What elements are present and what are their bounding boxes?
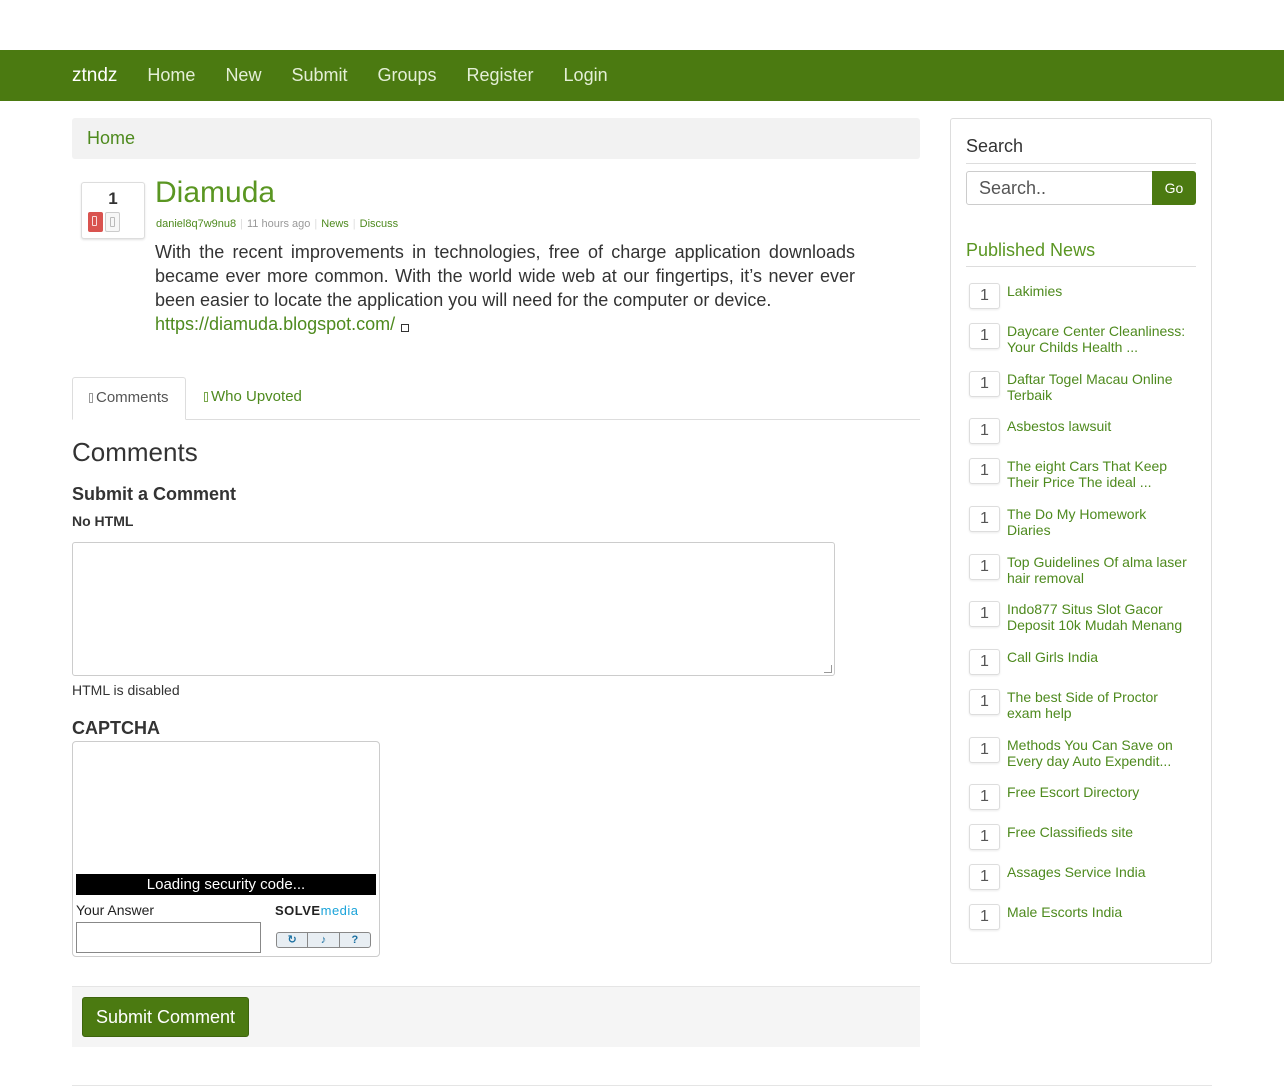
comment-textarea[interactable] [72, 542, 835, 676]
nav-submit[interactable]: Submit [291, 65, 347, 86]
breadcrumb: Home [72, 118, 920, 159]
list-item-votes: 1 [969, 784, 1000, 810]
breadcrumb-home[interactable]: Home [87, 128, 135, 148]
list-item-link[interactable]: Daycare Center Cleanliness: Your Childs … [1007, 323, 1192, 355]
list-item-votes: 1 [969, 418, 1000, 444]
meta-separator: | [240, 218, 243, 230]
search-go-button[interactable]: Go [1152, 171, 1196, 205]
nav-new[interactable]: New [225, 65, 261, 86]
list-item-link[interactable]: The Do My Homework Diaries [1007, 506, 1192, 538]
list-item-votes: 1 [969, 371, 1000, 397]
published-news-title[interactable]: Published News [966, 240, 1095, 261]
list-item-link[interactable]: Asbestos lawsuit [1007, 418, 1192, 434]
story-meta: daniel8q7w9nu8 | 11 hours ago | News | D… [156, 218, 398, 230]
list-item-votes: 1 [969, 689, 1000, 715]
captcha-heading: CAPTCHA [72, 718, 160, 738]
story-category[interactable]: News [321, 218, 349, 230]
list-item-link[interactable]: Assages Service India [1007, 864, 1192, 880]
list-item-link[interactable]: The eight Cars That Keep Their Price The… [1007, 458, 1192, 490]
comments-heading: Comments [72, 437, 198, 467]
list-item-votes: 1 [969, 864, 1000, 890]
nav-register[interactable]: Register [467, 65, 534, 86]
list-item-link[interactable]: Top Guidelines Of alma laser hair remova… [1007, 554, 1192, 586]
submit-comment-heading: Submit a Comment [72, 484, 237, 504]
divider [966, 163, 1196, 164]
captcha-answer-input[interactable] [76, 922, 261, 953]
nav-login[interactable]: Login [564, 65, 608, 86]
list-item-link[interactable]: Free Classifieds site [1007, 824, 1192, 840]
footer-divider [72, 1085, 1212, 1086]
list-item-link[interactable]: Methods You Can Save on Every day Auto E… [1007, 737, 1192, 769]
list-item-votes: 1 [969, 824, 1000, 850]
list-item-votes: 1 [969, 283, 1000, 309]
sidebar: Search Search.. Go Published News 1 Laki… [950, 118, 1212, 964]
no-html-label: No HTML [72, 513, 134, 529]
story-time: 11 hours ago [247, 218, 311, 230]
list-item-link[interactable]: Daftar Togel Macau Online Terbaik [1007, 371, 1192, 403]
search-input[interactable]: Search.. [966, 171, 1153, 205]
solve-media-logo: SOLVEmedia [275, 903, 359, 918]
thumbs-up-icon [110, 217, 115, 227]
help-icon[interactable]: ? [340, 933, 370, 947]
list-item-votes: 1 [969, 323, 1000, 349]
vote-count: 1 [108, 189, 118, 208]
submit-area: Submit Comment [72, 986, 920, 1047]
brand-link[interactable]: ztndz [72, 65, 117, 87]
sidebar-search-title: Search [966, 136, 1024, 156]
external-link-icon [401, 323, 410, 332]
story-discuss-link[interactable]: Discuss [360, 218, 399, 230]
comment-icon [89, 393, 93, 403]
story-url-row: https://diamuda.blogspot.com/ [155, 314, 410, 335]
list-item-votes: 1 [969, 458, 1000, 484]
list-item-link[interactable]: The best Side of Proctor exam help [1007, 689, 1192, 721]
list-item-votes: 1 [969, 649, 1000, 675]
list-item-link[interactable]: Call Girls India [1007, 649, 1192, 665]
nav-groups[interactable]: Groups [377, 65, 436, 86]
list-item-link[interactable]: Free Escort Directory [1007, 784, 1192, 800]
story-url-link[interactable]: https://diamuda.blogspot.com/ [155, 314, 395, 335]
vote-up-button[interactable] [105, 212, 120, 232]
story-tabs: Comments Who Upvoted [72, 377, 920, 420]
captcha-answer-label: Your Answer [76, 902, 155, 918]
meta-separator: | [314, 218, 318, 230]
story-title[interactable]: Diamuda [155, 176, 275, 210]
refresh-icon[interactable]: ↻ [277, 933, 309, 947]
list-item-votes: 1 [969, 904, 1000, 930]
list-item-votes: 1 [969, 554, 1000, 580]
captcha-loading-bar: Loading security code... [76, 874, 376, 895]
nav-home[interactable]: Home [147, 65, 195, 86]
captcha-widget: Loading security code... Your Answer SOL… [72, 741, 380, 957]
tab-comments[interactable]: Comments [72, 377, 186, 420]
audio-icon[interactable]: ♪ [308, 933, 340, 947]
submit-comment-button[interactable]: Submit Comment [82, 997, 250, 1037]
list-item-votes: 1 [969, 737, 1000, 763]
divider [966, 266, 1196, 267]
vote-down-button[interactable] [88, 212, 103, 232]
thumbs-down-icon [92, 216, 97, 226]
vote-box: 1 [81, 182, 145, 239]
captcha-controls: ↻ ♪ ? [276, 932, 371, 948]
thumbs-up-icon [204, 392, 208, 402]
story-body: With the recent improvements in technolo… [155, 242, 855, 310]
tab-comments-label: Comments [96, 389, 169, 406]
list-item-link[interactable]: Lakimies [1007, 283, 1192, 299]
list-item-votes: 1 [969, 506, 1000, 532]
resize-handle-icon[interactable] [824, 665, 832, 673]
meta-separator: | [352, 218, 356, 230]
top-navbar: ztndz Home New Submit Groups Register Lo… [0, 50, 1284, 101]
tab-who-upvoted[interactable]: Who Upvoted [188, 377, 318, 420]
list-item-link[interactable]: Indo877 Situs Slot Gacor Deposit 10k Mud… [1007, 601, 1192, 633]
list-item-votes: 1 [969, 601, 1000, 627]
story-author[interactable]: daniel8q7w9nu8 [156, 218, 236, 230]
html-disabled-note: HTML is disabled [72, 682, 180, 698]
list-item-link[interactable]: Male Escorts India [1007, 904, 1192, 920]
tab-who-upvoted-label: Who Upvoted [211, 388, 302, 405]
